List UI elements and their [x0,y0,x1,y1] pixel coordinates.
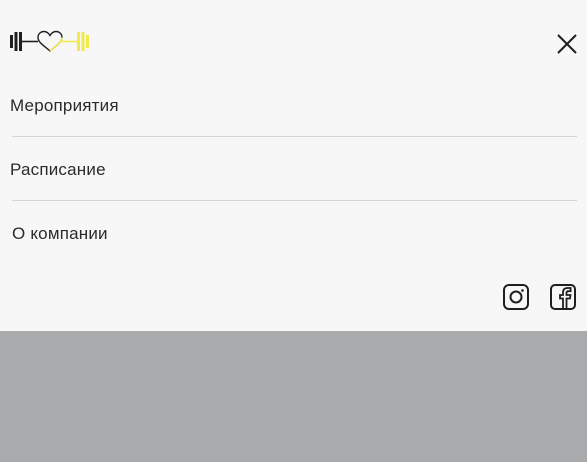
close-icon[interactable] [554,31,580,57]
divider [12,136,577,137]
dumbbell-heart-logo[interactable] [10,28,90,55]
page-overlay[interactable] [0,331,587,462]
nav-item-schedule[interactable]: Расписание [10,160,106,180]
instagram-icon[interactable] [502,283,530,311]
nav-item-about[interactable]: О компании [12,224,108,244]
mobile-menu-panel: Мероприятия Расписание О компании [0,0,587,331]
facebook-icon[interactable] [549,283,577,311]
divider [12,200,577,201]
nav-item-events[interactable]: Мероприятия [10,96,119,116]
